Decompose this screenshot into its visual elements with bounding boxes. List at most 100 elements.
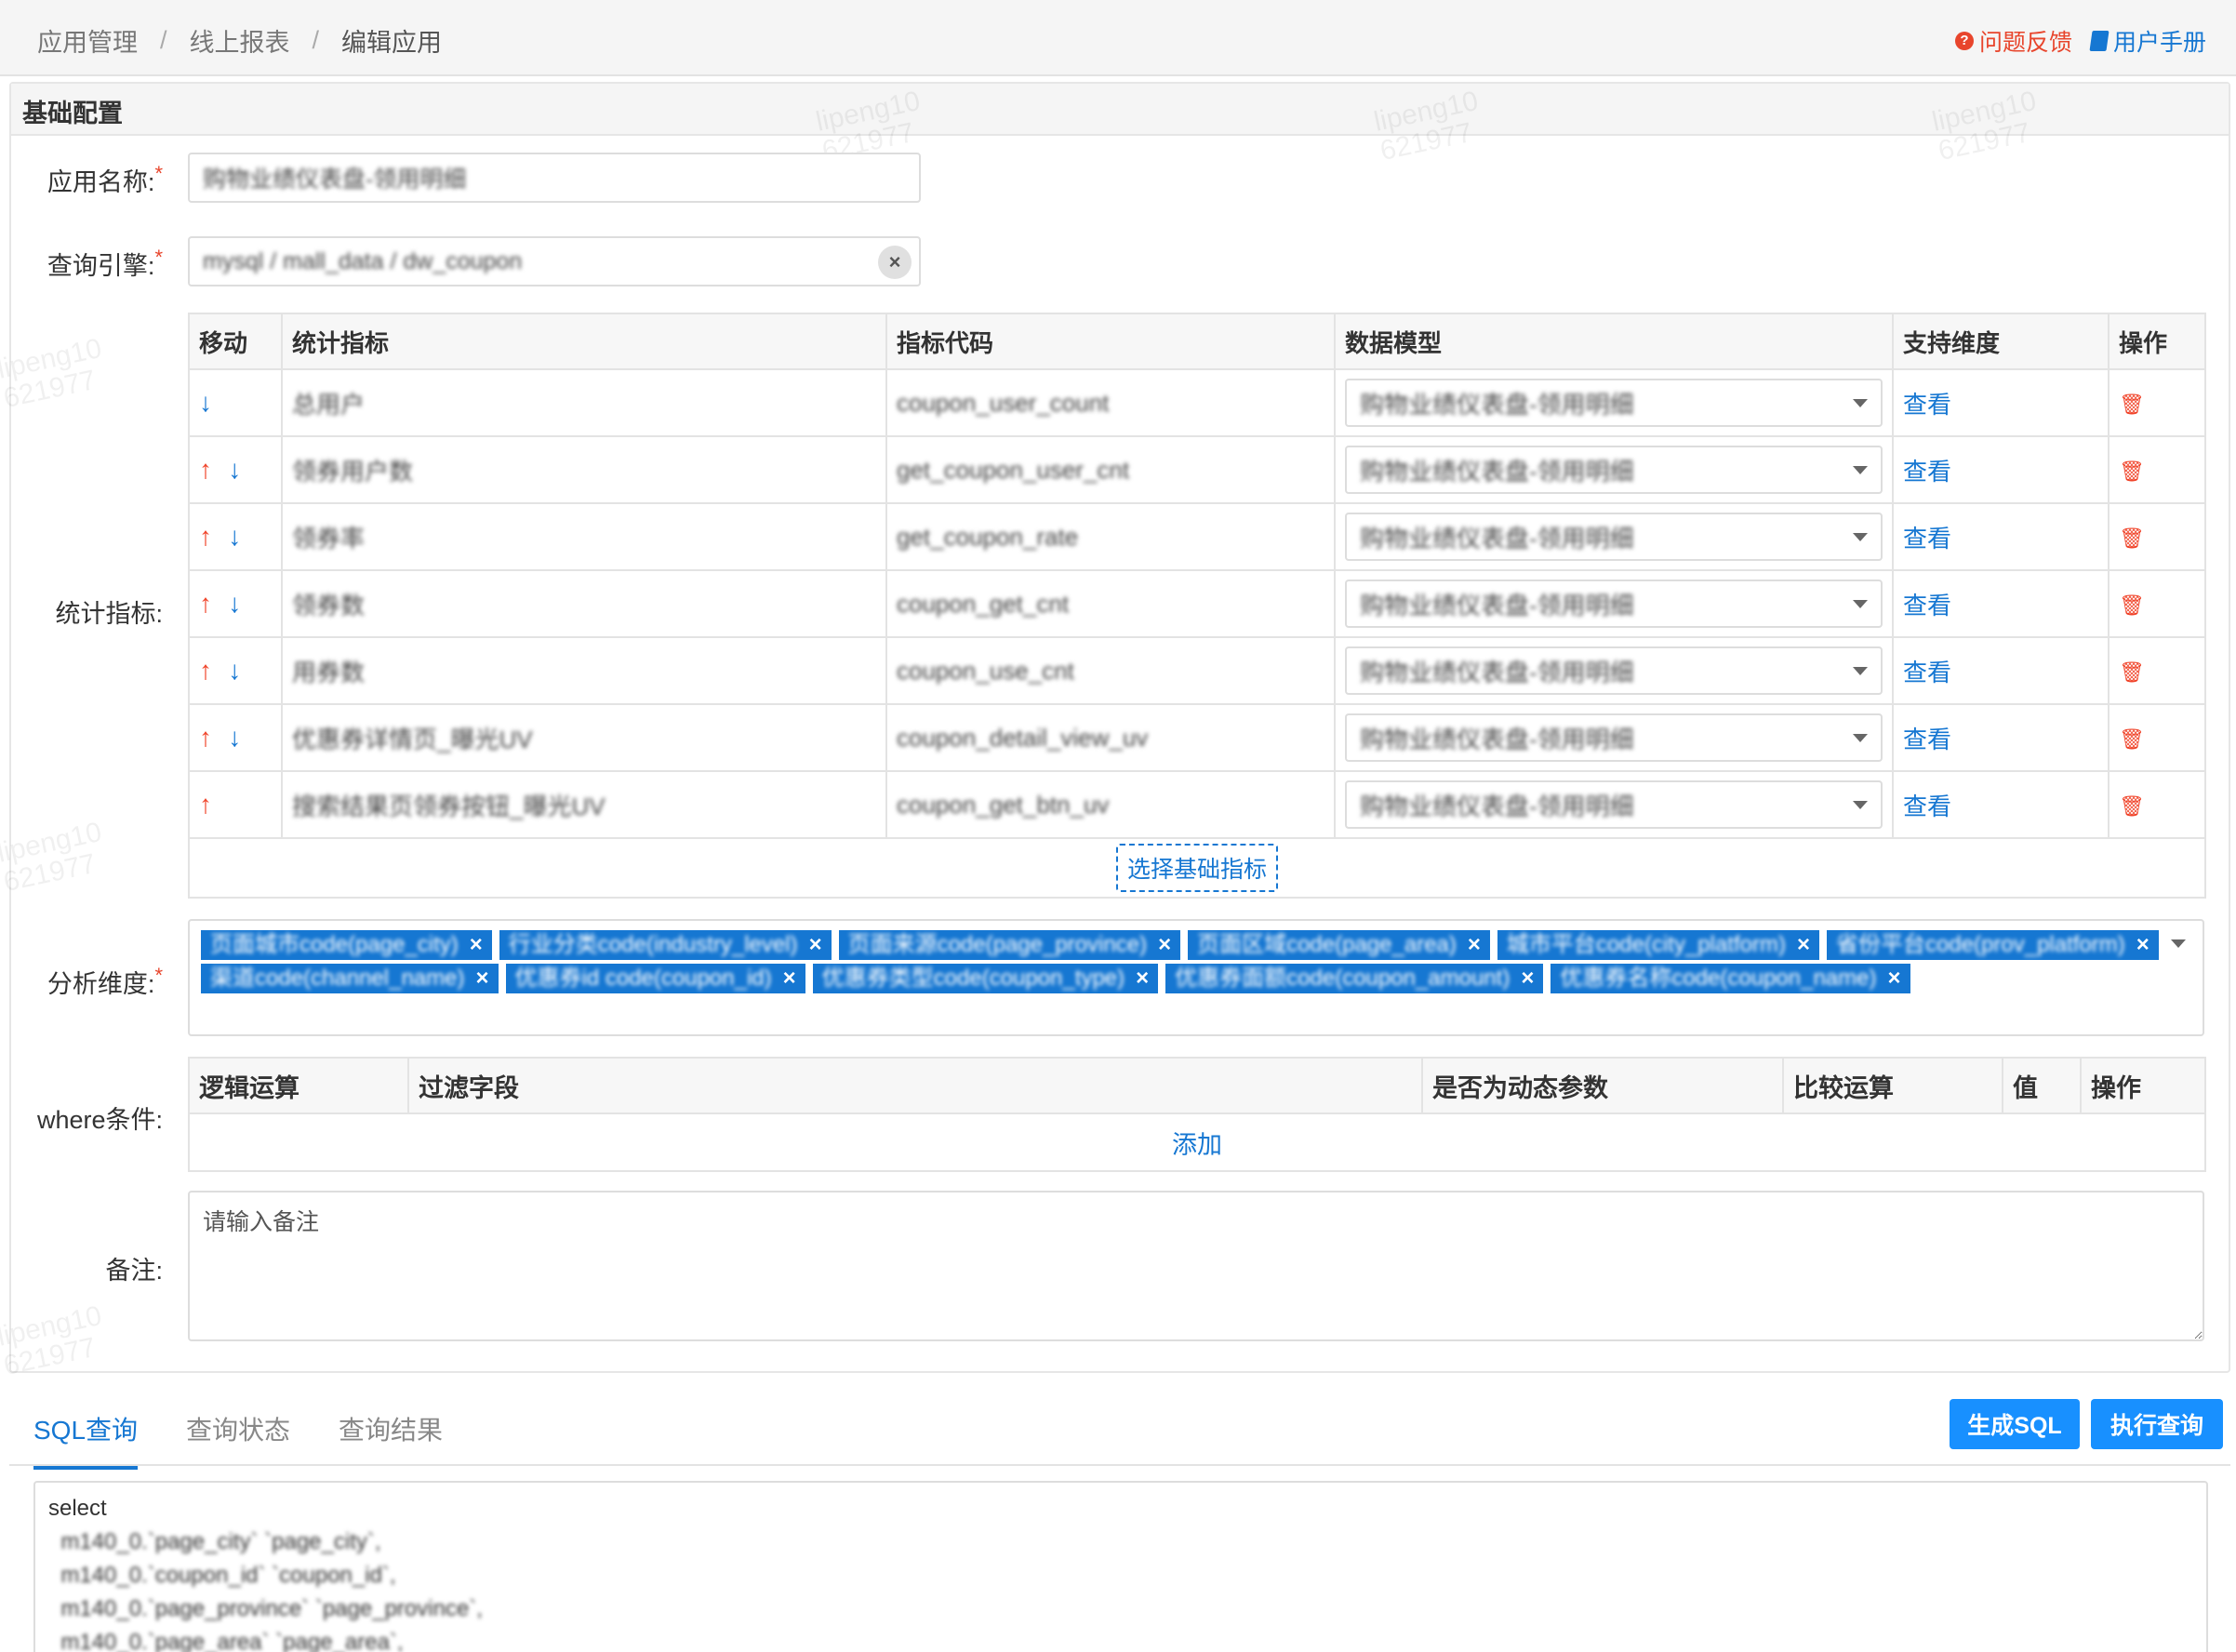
action-cell: 🗑	[2108, 770, 2206, 839]
view-dimension-link[interactable]: 查看	[1903, 592, 1951, 620]
arrow-up-icon[interactable]: ↑	[199, 790, 212, 819]
metric-code: coupon_user_count	[897, 388, 1110, 417]
metric-code: coupon_use_cnt	[897, 656, 1074, 685]
metric-code-cell: coupon_get_cnt	[885, 569, 1336, 638]
data-model-value: 购物业绩仪表盘-领用明细	[1360, 658, 1634, 686]
metric-code: coupon_detail_view_uv	[897, 723, 1149, 752]
arrow-up-icon[interactable]: ↑	[199, 656, 212, 685]
trash-icon[interactable]: 🗑	[2119, 794, 2145, 818]
manual-label: 用户手册	[2112, 30, 2206, 56]
arrow-down-icon[interactable]: ↓	[228, 723, 241, 752]
generate-sql-button[interactable]: 生成SQL	[1950, 1399, 2080, 1449]
trash-icon[interactable]: 🗑	[2119, 727, 2145, 751]
feedback-label: 问题反馈	[1978, 30, 2072, 56]
dimension-cell: 查看	[1892, 502, 2110, 571]
view-dimension-link[interactable]: 查看	[1903, 659, 1951, 686]
data-model-cell: 购物业绩仪表盘-领用明细	[1334, 636, 1894, 705]
dimension-cell: 查看	[1892, 770, 2110, 839]
engine-select[interactable]: mysql / mall_data / dw_coupon ×	[188, 236, 921, 286]
remove-tag-icon[interactable]: ×	[2136, 932, 2149, 957]
data-model-select[interactable]: 购物业绩仪表盘-领用明细	[1345, 446, 1883, 494]
action-cell: 🗑	[2108, 703, 2206, 772]
run-query-button[interactable]: 执行查询	[2091, 1399, 2223, 1449]
sql-editor[interactable]: select m140_0.`page_city` `page_city`, m…	[33, 1481, 2208, 1652]
data-model-select[interactable]: 购物业绩仪表盘-领用明细	[1345, 513, 1883, 561]
arrow-down-icon[interactable]: ↓	[228, 589, 241, 618]
col-header-model: 数据模型	[1334, 313, 1894, 370]
arrow-up-icon[interactable]: ↑	[199, 455, 212, 484]
engine-value: mysql / mall_data / dw_coupon	[203, 247, 523, 274]
view-dimension-link[interactable]: 查看	[1903, 391, 1951, 419]
chevron-down-icon[interactable]	[2171, 939, 2186, 948]
remove-tag-icon[interactable]: ×	[1521, 966, 1534, 991]
breadcrumb-separator: /	[160, 26, 167, 54]
trash-icon[interactable]: 🗑	[2119, 393, 2145, 416]
remove-tag-icon[interactable]: ×	[783, 966, 796, 991]
view-dimension-link[interactable]: 查看	[1903, 726, 1951, 753]
arrow-down-icon[interactable]: ↓	[199, 388, 212, 417]
breadcrumb-app-manage[interactable]: 应用管理	[37, 22, 138, 59]
data-model-select[interactable]: 购物业绩仪表盘-领用明细	[1345, 379, 1883, 427]
trash-icon[interactable]: 🗑	[2119, 526, 2145, 550]
metric-code-cell: coupon_get_btn_uv	[885, 770, 1336, 839]
chevron-down-icon	[1853, 733, 1868, 742]
metric-row: ↓ 总用户 coupon_user_count 购物业绩仪表盘-领用明细 查看 …	[188, 368, 2206, 437]
remove-tag-icon[interactable]: ×	[1468, 932, 1481, 957]
trash-icon[interactable]: 🗑	[2119, 593, 2145, 617]
remove-tag-icon[interactable]: ×	[1888, 966, 1901, 991]
data-model-select[interactable]: 购物业绩仪表盘-领用明细	[1345, 713, 1883, 762]
metric-table: 移动 统计指标 指标代码 数据模型 支持维度 操作 ↓ 总用户 coupon_u…	[188, 313, 2206, 899]
note-textarea[interactable]	[188, 1191, 2204, 1341]
trash-icon[interactable]: 🗑	[2119, 460, 2145, 483]
remove-tag-icon[interactable]: ×	[1136, 966, 1149, 991]
data-model-cell: 购物业绩仪表盘-领用明细	[1334, 703, 1894, 772]
sql-line: m140_0.`coupon_id` `coupon_id`,	[48, 1563, 396, 1588]
tab-query-status[interactable]: 查询状态	[186, 1410, 290, 1466]
arrow-down-icon[interactable]: ↓	[228, 455, 241, 484]
metric-code-cell: coupon_user_count	[885, 368, 1336, 437]
arrow-up-icon[interactable]: ↑	[199, 589, 212, 618]
view-dimension-link[interactable]: 查看	[1903, 458, 1951, 486]
sql-line: m140_0.`page_city` `page_city`,	[48, 1529, 381, 1554]
app-name-input[interactable]: 购物业绩仪表盘-领用明细	[188, 153, 921, 203]
col-header-action: 操作	[2108, 313, 2206, 370]
dimension-multiselect[interactable]: 页面城市code(page_city) × 行业分类code(industry_le…	[188, 919, 2204, 1036]
arrow-down-icon[interactable]: ↓	[228, 522, 241, 551]
trash-icon[interactable]: 🗑	[2119, 660, 2145, 684]
breadcrumb-online-report[interactable]: 线上报表	[190, 22, 290, 59]
arrow-up-icon[interactable]: ↑	[199, 522, 212, 551]
where-label: where条件:	[36, 1106, 163, 1134]
dimension-tag: 优惠券面额code(coupon_amount) ×	[1165, 964, 1544, 993]
arrow-up-icon[interactable]: ↑	[199, 723, 212, 752]
feedback-link[interactable]: ? 问题反馈	[1954, 24, 2072, 58]
manual-link[interactable]: 用户手册	[2089, 24, 2206, 58]
view-dimension-link[interactable]: 查看	[1903, 793, 1951, 820]
remove-tag-icon[interactable]: ×	[1158, 932, 1171, 957]
data-model-select[interactable]: 购物业绩仪表盘-领用明细	[1345, 646, 1883, 695]
metric-name: 优惠券详情页_曝光UV	[292, 725, 533, 753]
action-cell: 🗑	[2108, 569, 2206, 638]
arrow-down-icon[interactable]: ↓	[228, 656, 241, 685]
dimension-cell: 查看	[1892, 703, 2110, 772]
view-dimension-link[interactable]: 查看	[1903, 525, 1951, 553]
remove-tag-icon[interactable]: ×	[470, 932, 483, 957]
add-condition-link[interactable]: 添加	[1172, 1131, 1222, 1159]
move-cell: ↑ ↓	[188, 703, 283, 772]
data-model-cell: 购物业绩仪表盘-领用明细	[1334, 368, 1894, 437]
clear-icon[interactable]: ×	[878, 246, 912, 279]
where-table-header: 逻辑运算 过滤字段 是否为动态参数 比较运算 值 操作	[188, 1057, 2206, 1114]
tab-sql-query[interactable]: SQL查询	[33, 1410, 139, 1470]
data-model-select[interactable]: 购物业绩仪表盘-领用明细	[1345, 780, 1883, 829]
metric-name-cell: 领券用户数	[281, 435, 887, 504]
breadcrumb-separator: /	[312, 26, 320, 54]
data-model-select[interactable]: 购物业绩仪表盘-领用明细	[1345, 580, 1883, 628]
action-cell: 🗑	[2108, 435, 2206, 504]
tab-query-result[interactable]: 查询结果	[339, 1410, 443, 1466]
dimension-tag: 渠道code(channel_name) ×	[201, 964, 499, 993]
move-cell: ↑ ↓	[188, 569, 283, 638]
remove-tag-icon[interactable]: ×	[475, 966, 488, 991]
choose-basic-metric-button[interactable]: 选择基础指标	[1115, 844, 1278, 892]
remove-tag-icon[interactable]: ×	[809, 932, 822, 957]
remove-tag-icon[interactable]: ×	[1797, 932, 1810, 957]
action-cell: 🗑	[2108, 636, 2206, 705]
